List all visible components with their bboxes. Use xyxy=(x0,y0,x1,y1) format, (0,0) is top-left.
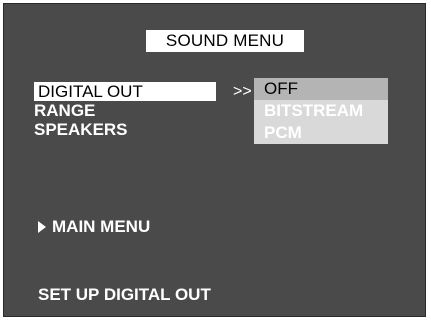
main-menu-label: MAIN MENU xyxy=(52,217,151,236)
menu-item-digital-out[interactable]: DIGITAL OUT xyxy=(34,82,216,101)
menu-item-range[interactable]: RANGE xyxy=(34,101,95,120)
option-pcm[interactable]: PCM xyxy=(254,122,388,144)
menu-title: SOUND MENU xyxy=(146,30,304,52)
submenu-arrow-icon: >> xyxy=(233,83,252,100)
option-bitstream[interactable]: BITSTREAM xyxy=(254,100,388,122)
help-text: SET UP DIGITAL OUT xyxy=(38,285,211,304)
menu-item-speakers[interactable]: SPEAKERS xyxy=(34,120,128,139)
main-menu-link[interactable]: MAIN MENU xyxy=(38,217,150,237)
play-triangle-icon xyxy=(38,220,46,233)
osd-screen: SOUND MENU DIGITAL OUT RANGE SPEAKERS >>… xyxy=(3,3,426,317)
option-off[interactable]: OFF xyxy=(254,78,388,100)
digital-out-options: OFF BITSTREAM PCM xyxy=(254,78,388,144)
